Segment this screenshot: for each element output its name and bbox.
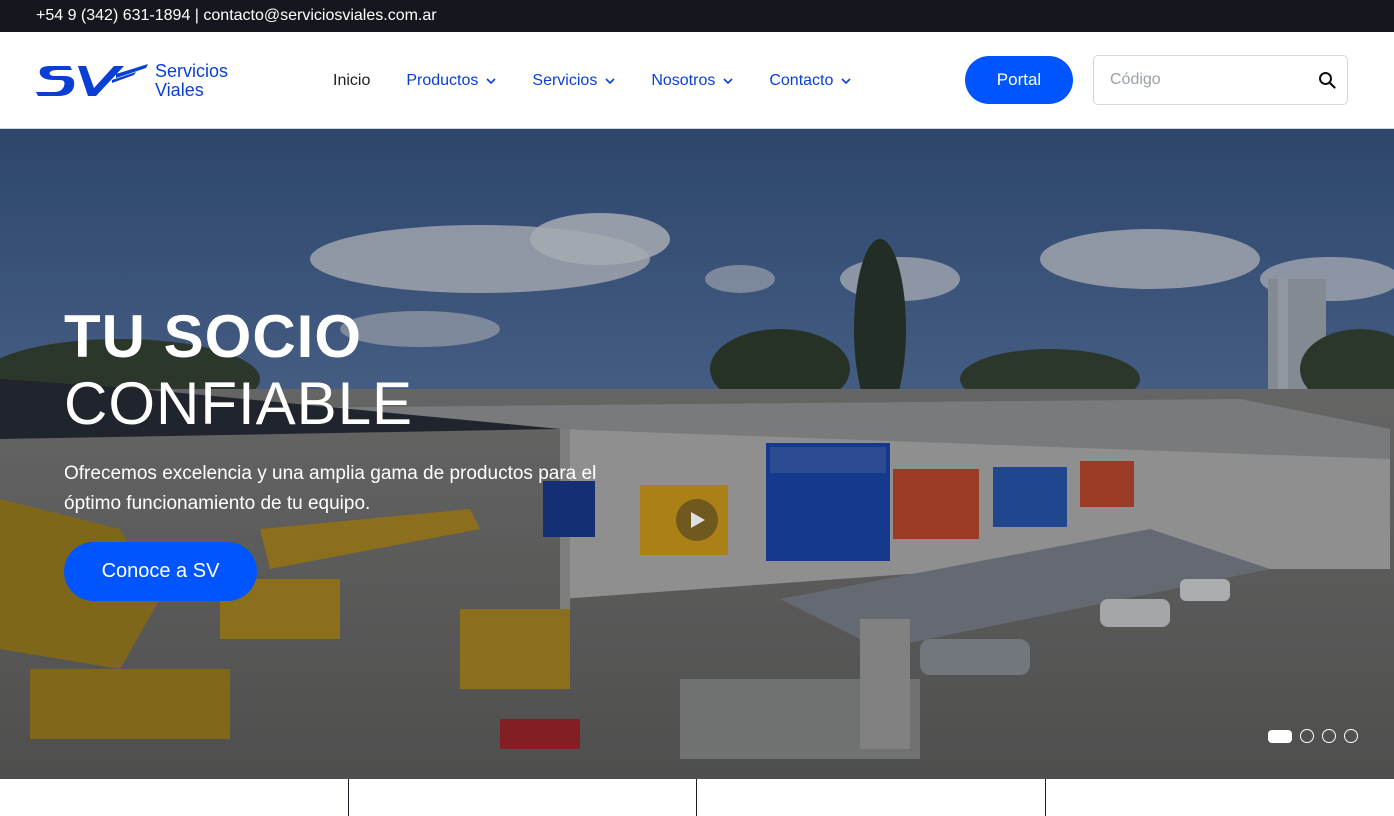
nav-item-contacto[interactable]: Contacto [769, 72, 851, 90]
hero-dark-overlay [0, 129, 1394, 779]
play-icon [691, 512, 705, 528]
search-input[interactable] [1094, 56, 1304, 104]
sv-logo-mark [36, 64, 148, 96]
chevron-down-icon [841, 77, 851, 84]
nav-label: Inicio [333, 71, 371, 89]
chevron-down-icon [486, 77, 496, 84]
nav-label: Servicios [532, 71, 598, 89]
hero-subtitle: Ofrecemos excelencia y una amplia gama d… [64, 463, 597, 514]
nav-item-productos[interactable]: Productos [406, 72, 496, 90]
carousel-dot-2[interactable] [1300, 729, 1314, 743]
nav-label: Nosotros [651, 71, 716, 89]
chevron-down-icon [723, 77, 733, 84]
video-play-button[interactable] [676, 499, 718, 541]
logo-line-2: Viales [155, 80, 204, 100]
column-divider [348, 779, 349, 816]
carousel-dot-4[interactable] [1344, 729, 1358, 743]
logo-line-1: Servicios [155, 61, 229, 81]
column-divider [1045, 779, 1046, 816]
contact-line[interactable]: +54 9 (342) 631-1894 | contacto@servicio… [36, 7, 437, 24]
main-nav: Inicio Productos Servicios Nosotros Cont… [333, 32, 887, 129]
search-box [1093, 55, 1348, 105]
top-contact-bar: +54 9 (342) 631-1894 | contacto@servicio… [0, 0, 1394, 32]
hero-title-bold: TU SOCIO [64, 303, 363, 370]
search-icon[interactable] [1318, 71, 1336, 89]
carousel-dot-3[interactable] [1322, 729, 1336, 743]
carousel-dot-1[interactable] [1268, 729, 1292, 743]
portal-button[interactable]: Portal [965, 56, 1073, 104]
nav-label: Productos [406, 71, 479, 89]
nav-label: Contacto [769, 71, 834, 89]
feature-columns-strip [0, 779, 1394, 816]
logo-wordmark: Servicios Viales [155, 62, 228, 100]
conoce-sv-button[interactable]: Conoce a SV [64, 542, 257, 601]
site-logo[interactable]: Servicios Viales [36, 62, 236, 102]
hero-title-light: CONFIABLE [64, 370, 414, 437]
hero-carousel: TU SOCIO CONFIABLE Ofrecemos excelencia … [0, 129, 1394, 779]
column-divider [696, 779, 697, 816]
chevron-down-icon [605, 77, 615, 84]
carousel-indicators [1268, 729, 1366, 743]
site-header: Servicios Viales Inicio Productos Servic… [0, 32, 1394, 129]
nav-item-inicio[interactable]: Inicio [333, 72, 370, 90]
nav-item-nosotros[interactable]: Nosotros [651, 72, 733, 90]
nav-item-servicios[interactable]: Servicios [532, 72, 615, 90]
